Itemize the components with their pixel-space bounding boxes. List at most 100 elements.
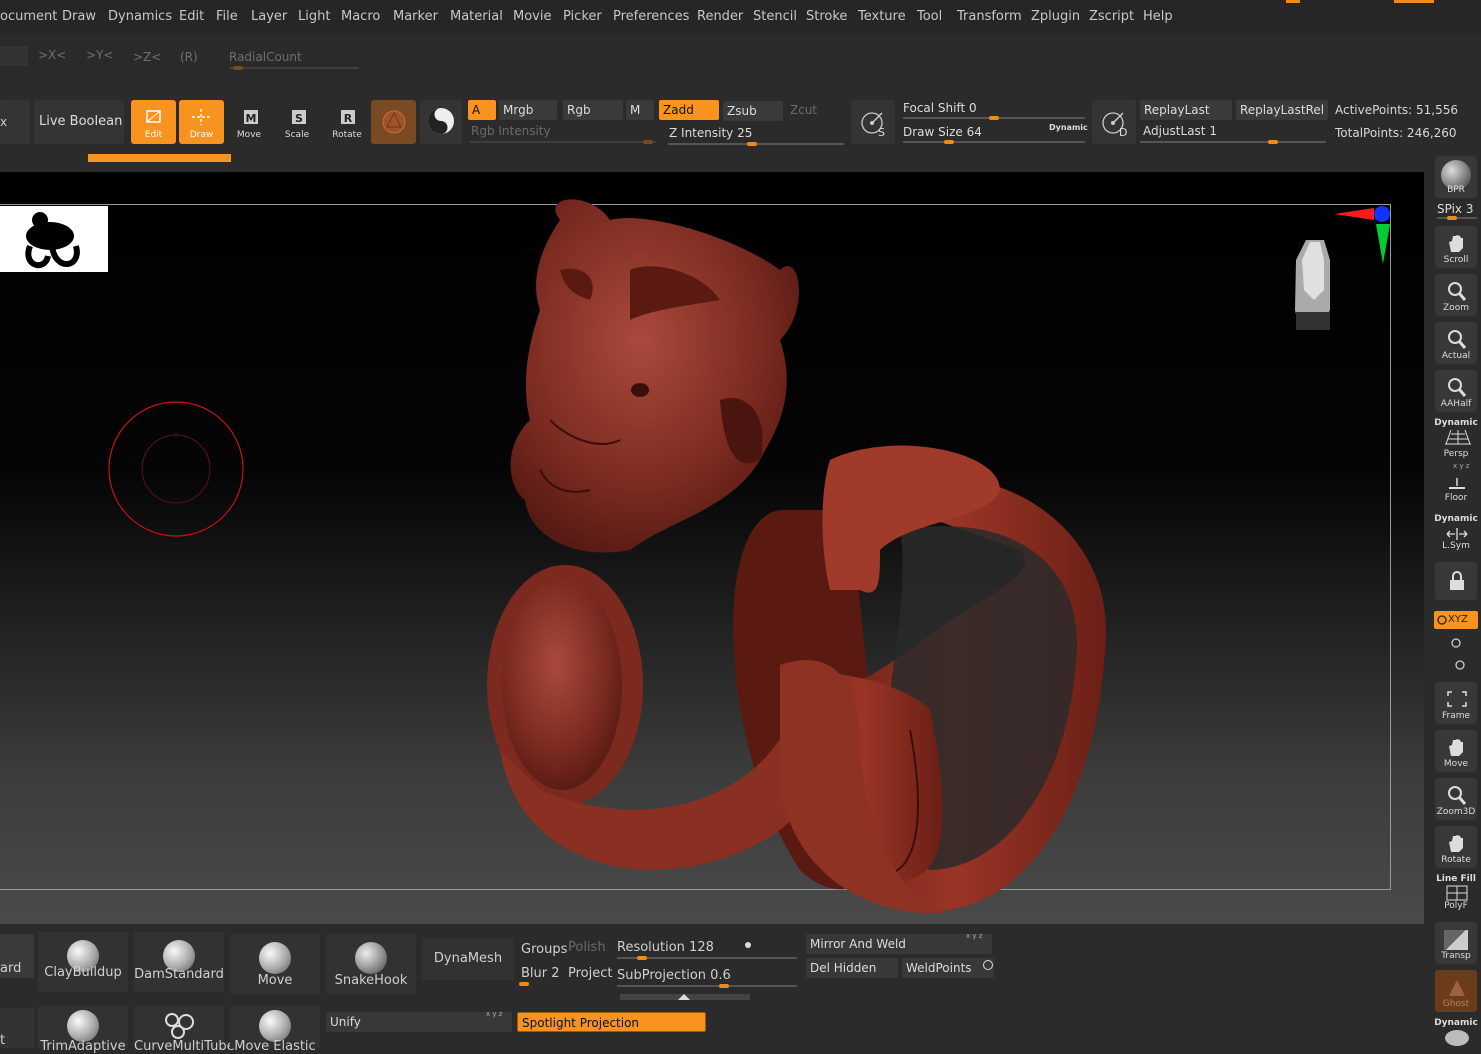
zoom3d-button[interactable]: Zoom3D [1435, 778, 1477, 820]
move-view-button[interactable]: Move [1435, 730, 1477, 772]
a-toggle[interactable]: A [468, 100, 496, 120]
lsym-button[interactable]: L.Sym [1435, 524, 1477, 554]
menu-stencil[interactable]: Stencil [753, 9, 797, 24]
menu-layer[interactable]: Layer [251, 9, 287, 24]
dynamic-size-toggle[interactable]: Dynamic [1049, 123, 1088, 132]
material-button[interactable] [371, 100, 416, 144]
local-lock-button[interactable] [1435, 562, 1477, 600]
up-down-arrows-icon[interactable] [676, 992, 696, 1002]
weld-points-dot-icon[interactable] [983, 960, 993, 970]
resolution-dot-icon[interactable] [745, 942, 751, 948]
menu-tool[interactable]: Tool [917, 9, 942, 24]
menu-picker[interactable]: Picker [563, 9, 602, 24]
transp-button[interactable]: Transp [1435, 922, 1477, 964]
menu-preferences[interactable]: Preferences [613, 9, 689, 24]
brush-trimadaptive[interactable]: TrimAdaptive [38, 1006, 128, 1054]
persp-button[interactable]: Persp [1435, 428, 1477, 462]
zadd-toggle[interactable]: Zadd [659, 100, 719, 120]
subprojection-knob[interactable] [719, 984, 729, 988]
groups-button[interactable]: Groups [521, 942, 567, 957]
del-hidden-button[interactable]: Del Hidden [806, 958, 898, 978]
mirror-axes[interactable]: x y z [966, 932, 982, 940]
sym-radial-button[interactable]: (R) [180, 50, 198, 64]
draw-size-slider[interactable] [903, 141, 1085, 143]
spix-label[interactable]: SPix 3 [1437, 202, 1473, 216]
live-boolean-button[interactable]: Live Boolean [34, 100, 124, 144]
view-gizmo[interactable] [1290, 200, 1390, 340]
frame-button[interactable]: Frame [1435, 682, 1477, 724]
floor-button[interactable]: Floor [1435, 466, 1477, 506]
menu-light[interactable]: Light [298, 9, 330, 24]
zsub-toggle[interactable]: Zsub [723, 101, 783, 121]
menu-zscript[interactable]: Zscript [1089, 9, 1134, 24]
subprojection-slider[interactable] [617, 985, 797, 987]
z-intensity-knob[interactable] [747, 142, 757, 146]
spotlight-projection-button[interactable]: Spotlight Projection [517, 1012, 706, 1032]
rgb-intensity-slider[interactable] [470, 141, 656, 143]
blur-label[interactable]: Blur 2 [521, 966, 560, 981]
draw-size-label[interactable]: Draw Size 64 [903, 125, 982, 139]
radial-count-label[interactable]: RadialCount [229, 50, 302, 64]
dynamesh-button[interactable]: DynaMesh [422, 938, 514, 980]
sym-z-button[interactable]: >Z< [133, 50, 161, 64]
scroll-button[interactable]: Scroll [1435, 226, 1477, 268]
edit-button[interactable]: Edit [131, 100, 176, 144]
ghost-button[interactable]: Ghost [1435, 970, 1477, 1012]
zoom-button[interactable]: Zoom [1435, 274, 1477, 316]
mrgb-toggle[interactable]: Mrgb [499, 100, 557, 120]
brush-curvemultitube[interactable]: CurveMultiTube [134, 1006, 235, 1054]
sym-x-button[interactable]: >X< [38, 48, 66, 62]
spix-knob[interactable] [1447, 216, 1457, 220]
menu-dynamics[interactable]: Dynamics [108, 9, 172, 24]
solo-icon[interactable] [1445, 1030, 1469, 1046]
menu-document[interactable]: ocument [0, 9, 57, 24]
spix-slider[interactable] [1437, 217, 1477, 219]
resolution-label[interactable]: Resolution 128 [617, 940, 714, 955]
brush-standard[interactable]: ard [0, 934, 34, 978]
menu-render[interactable]: Render [697, 9, 743, 24]
rgb-toggle[interactable]: Rgb [563, 100, 623, 120]
replay-last-button[interactable]: ReplayLast [1140, 100, 1232, 120]
draw-button[interactable]: Draw [179, 100, 224, 144]
brush-move[interactable]: Move [230, 934, 320, 994]
focal-shift-label[interactable]: Focal Shift 0 [903, 101, 977, 115]
resolution-knob[interactable] [637, 956, 647, 960]
aahalf-button[interactable]: AAHalf [1435, 370, 1477, 412]
bpr-button[interactable]: BPR [1435, 156, 1477, 198]
rgb-intensity-knob[interactable] [643, 140, 653, 144]
rotate-z-icon[interactable] [1453, 658, 1467, 672]
replay-last-rel-button[interactable]: ReplayLastRel [1236, 100, 1328, 120]
scale-button[interactable]: S Scale [277, 100, 317, 144]
unify-button[interactable]: Unify [326, 1012, 512, 1032]
zcut-toggle[interactable]: Zcut [786, 100, 842, 120]
menu-material[interactable]: Material [450, 9, 503, 24]
polish-button[interactable]: Polish [568, 940, 606, 955]
rotate-button[interactable]: R Rotate [326, 100, 368, 144]
brush-claybuildup[interactable]: ClayBuildup [38, 932, 128, 992]
blur-knob[interactable] [519, 982, 529, 986]
menu-movie[interactable]: Movie [513, 9, 551, 24]
brush-move-elastic[interactable]: Move Elastic [230, 1006, 320, 1054]
menu-file[interactable]: File [216, 9, 238, 24]
rotate-y-icon[interactable] [1449, 636, 1463, 650]
adjust-last-label[interactable]: AdjustLast 1 [1143, 124, 1217, 138]
menu-marker[interactable]: Marker [393, 9, 438, 24]
adjust-last-knob[interactable] [1268, 140, 1278, 144]
radial-count-slider[interactable] [229, 67, 359, 69]
lazy-mouse-d-button[interactable]: D [1092, 100, 1136, 144]
xyz-toggle[interactable]: XYZ [1434, 611, 1478, 629]
brush-damstandard[interactable]: DamStandard [134, 932, 224, 992]
sym-y-button[interactable]: >Y< [86, 48, 113, 62]
menu-help[interactable]: Help [1143, 9, 1173, 24]
clipped-button[interactable]: x [0, 100, 30, 144]
polyf-button[interactable]: PolyF [1435, 884, 1477, 914]
rgb-intensity-label[interactable]: Rgb Intensity [471, 124, 551, 138]
menu-macro[interactable]: Macro [341, 9, 380, 24]
menu-zplugin[interactable]: Zplugin [1031, 9, 1080, 24]
actual-button[interactable]: Actual [1435, 322, 1477, 364]
m-toggle[interactable]: M [626, 100, 654, 120]
menu-edit[interactable]: Edit [179, 9, 204, 24]
menu-draw[interactable]: Draw [62, 9, 96, 24]
rotate-view-button[interactable]: Rotate [1435, 826, 1477, 868]
radial-count-knob[interactable] [233, 66, 243, 70]
